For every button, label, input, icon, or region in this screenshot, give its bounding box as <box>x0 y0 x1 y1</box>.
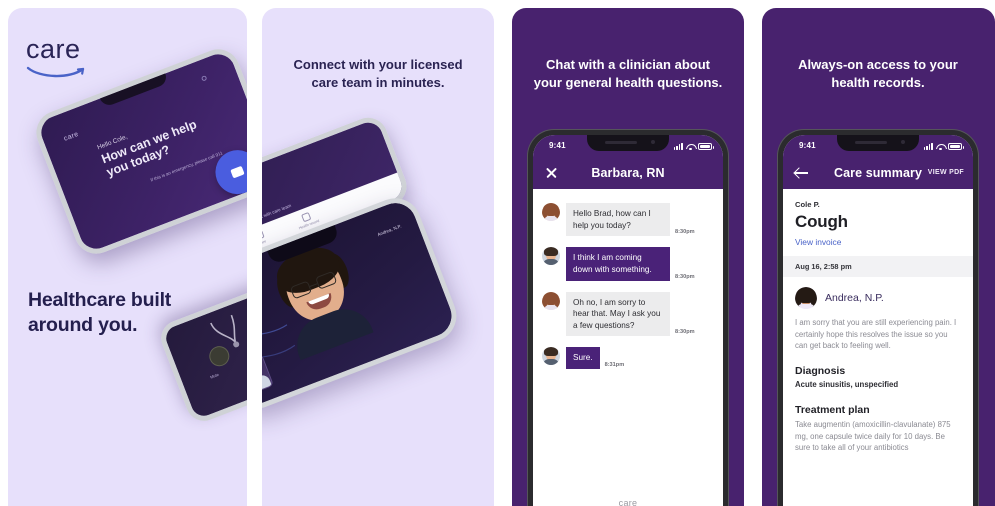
video-clinician-name: Andrea, N.P. <box>376 223 403 238</box>
care-summary-content: Cole P. Cough View invoice Aug 16, 2:58 … <box>783 189 973 506</box>
chat-headline: Chat with a clinician about your general… <box>533 57 723 90</box>
patient-avatar <box>542 247 560 266</box>
phone-care-logo: care <box>63 130 80 143</box>
battery-icon <box>698 143 714 150</box>
nurse-avatar <box>542 291 560 310</box>
footer-care-wordmark: care <box>618 498 638 506</box>
chat-panel: Chat with a clinician about your general… <box>512 8 744 506</box>
view-invoice-link[interactable]: View invoice <box>795 237 961 247</box>
message-bubble: Hello Brad, how can I help you today? <box>566 203 670 237</box>
hero-headline: Healthcare built around you. <box>28 289 172 336</box>
connect-headline: Connect with your licensed care team in … <box>293 57 463 90</box>
treatment-plan-heading: Treatment plan <box>795 404 870 417</box>
amazon-smile-icon <box>26 66 85 78</box>
status-bar: 9:41 <box>783 135 973 157</box>
diagnosis-value: Acute sinusitis, unspecified <box>795 380 899 390</box>
clinician-note: I am sorry that you are still experienci… <box>795 318 957 351</box>
signal-icon <box>673 142 683 150</box>
care-logo: care <box>26 36 88 80</box>
chat-bubble-icon <box>230 165 245 179</box>
message-bubble: I think I am coming down with something. <box>566 247 670 281</box>
app-store-screenshot-gallery: care care Hello Cole, How can we help yo… <box>0 0 995 506</box>
message-timestamp: 8:30pm <box>675 329 695 336</box>
battery-icon <box>948 143 964 150</box>
chat-message: Oh no, I am sorry to hear that. May I as… <box>542 291 713 337</box>
status-bar: 9:41 <box>533 135 723 157</box>
records-panel: Always-on access to your health records.… <box>762 8 995 506</box>
connect-panel: Connect with your licensed care team in … <box>262 8 494 506</box>
status-time: 9:41 <box>799 141 816 150</box>
phone-notch <box>837 135 919 151</box>
treatment-plan-text: Take augmentin (amoxicillin-clavulanate)… <box>795 420 951 453</box>
records-title: Care summary <box>833 166 923 180</box>
clinician-row: Andrea, N.P. <box>795 287 961 309</box>
phone-device-chat: 9:41 Barbara, RN Hello Brad, how can I h… <box>528 130 728 506</box>
phone-notch <box>98 69 169 109</box>
signal-icon <box>923 142 933 150</box>
chat-footer-logo: care <box>533 498 723 506</box>
health-record-tab-icon <box>301 211 312 223</box>
nurse-avatar <box>542 203 560 221</box>
clinician-name: Andrea, N.P. <box>825 292 884 304</box>
patient-avatar <box>542 347 560 366</box>
records-headline: Always-on access to your health records. <box>798 57 958 90</box>
mute-label: Mute <box>209 371 220 380</box>
phone-device-records: 9:41 Care summary VIEW PDF Cole P. Cough… <box>778 130 978 506</box>
message-timestamp: 8:31pm <box>604 362 625 369</box>
chat-title: Barbara, RN <box>591 166 665 180</box>
patient-name: Cole P. <box>795 200 820 209</box>
back-arrow-icon[interactable] <box>795 167 809 179</box>
view-pdf-button[interactable]: VIEW PDF <box>928 169 964 176</box>
chat-message: I think I am coming down with something.… <box>542 247 713 281</box>
wifi-icon <box>936 143 945 151</box>
brand-panel: care care Hello Cole, How can we help yo… <box>8 8 247 506</box>
visit-date: Aug 16, 2:58 pm <box>783 256 973 277</box>
care-wordmark: care <box>26 34 81 64</box>
visit-title: Cough <box>795 212 848 231</box>
status-dot-icon <box>200 75 208 82</box>
close-icon[interactable] <box>545 166 558 179</box>
chat-nav-bar: Barbara, RN <box>533 157 723 189</box>
chat-message: Sure. 8:31pm <box>542 347 713 370</box>
chat-message: Hello Brad, how can I help you today? 8:… <box>542 203 713 237</box>
message-timestamp: 8:30pm <box>675 229 695 236</box>
clinician-avatar <box>795 287 817 309</box>
status-time: 9:41 <box>549 141 566 150</box>
phone-notch <box>587 135 669 151</box>
records-nav-bar: Care summary VIEW PDF <box>783 157 973 189</box>
chat-message-list: Hello Brad, how can I help you today? 8:… <box>533 189 723 506</box>
message-bubble: Oh no, I am sorry to hear that. May I as… <box>566 291 670 337</box>
message-bubble: Sure. <box>566 347 600 370</box>
message-timestamp: 8:30pm <box>675 273 695 280</box>
diagnosis-heading: Diagnosis <box>795 365 846 378</box>
wifi-icon <box>686 143 695 151</box>
